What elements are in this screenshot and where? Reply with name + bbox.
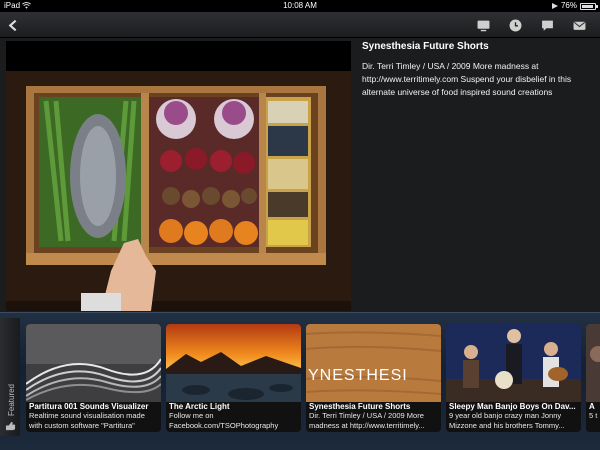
video-info: Synesthesia Future Shorts Dir. Terri Tim… bbox=[362, 41, 594, 99]
comment-icon bbox=[541, 20, 553, 31]
video-frame bbox=[6, 71, 351, 311]
card-thumbnail bbox=[586, 324, 600, 402]
card-thumbnail: YNESTHESI bbox=[306, 324, 441, 402]
video-description: Dir. Terri Timley / USA / 2009 More madn… bbox=[362, 61, 572, 97]
card-thumbnail bbox=[26, 324, 161, 402]
featured-card-2[interactable]: The Arctic Light Follow me on Facebook.c… bbox=[166, 324, 301, 432]
tv-button[interactable] bbox=[474, 16, 492, 34]
card-title: Sleepy Man Banjo Boys On Dav... bbox=[449, 402, 576, 411]
video-title: Synesthesia Future Shorts bbox=[362, 41, 489, 52]
battery-icon bbox=[580, 2, 598, 10]
card-title: A bbox=[589, 402, 595, 411]
video-player[interactable] bbox=[6, 41, 351, 311]
featured-tab[interactable] bbox=[0, 318, 20, 436]
card-thumbnail bbox=[166, 324, 301, 402]
tv-icon bbox=[477, 20, 489, 31]
card-description: 9 year old banjo crazy man Jonny Mizzone… bbox=[449, 411, 565, 430]
card-title: The Arctic Light bbox=[169, 402, 230, 411]
card-thumbnail bbox=[446, 324, 581, 402]
featured-card-4[interactable]: Sleepy Man Banjo Boys On Dav... 9 year o… bbox=[446, 324, 581, 432]
featured-label: Featured bbox=[6, 383, 16, 417]
card-description: Dir. Terri Timley / USA / 2009 More madn… bbox=[309, 411, 425, 430]
card-thumb-text: YNESTHESI bbox=[308, 367, 408, 384]
card-description: Follow me on Facebook.com/TSOPhotography bbox=[169, 411, 279, 430]
battery-percent: 76% bbox=[560, 1, 577, 10]
hand-icon bbox=[5, 421, 16, 431]
featured-card-3[interactable]: YNESTHESI Synesthesia Future Shorts Dir.… bbox=[306, 324, 441, 432]
featured-card-5[interactable]: A 5 t bbox=[586, 324, 600, 432]
card-title: Synesthesia Future Shorts bbox=[309, 402, 411, 411]
comment-button[interactable] bbox=[538, 16, 556, 34]
status-bar: iPad 10:08 AM 76% bbox=[0, 0, 600, 12]
status-time: 10:08 AM bbox=[283, 1, 317, 10]
toolbar bbox=[0, 12, 600, 38]
card-description: 5 t bbox=[589, 411, 598, 420]
history-button[interactable] bbox=[506, 16, 524, 34]
mail-button[interactable] bbox=[570, 16, 588, 34]
clock-icon bbox=[509, 19, 521, 31]
featured-card-1[interactable]: Partitura 001 Sounds Visualizer Realtime… bbox=[26, 324, 161, 432]
card-description: Realtime sound visualisation made with c… bbox=[29, 411, 145, 430]
card-title: Partitura 001 Sounds Visualizer bbox=[29, 402, 149, 411]
back-arrow-icon bbox=[8, 19, 16, 31]
play-indicator-icon bbox=[551, 3, 558, 9]
mail-icon bbox=[573, 21, 585, 30]
back-button[interactable] bbox=[4, 16, 22, 34]
